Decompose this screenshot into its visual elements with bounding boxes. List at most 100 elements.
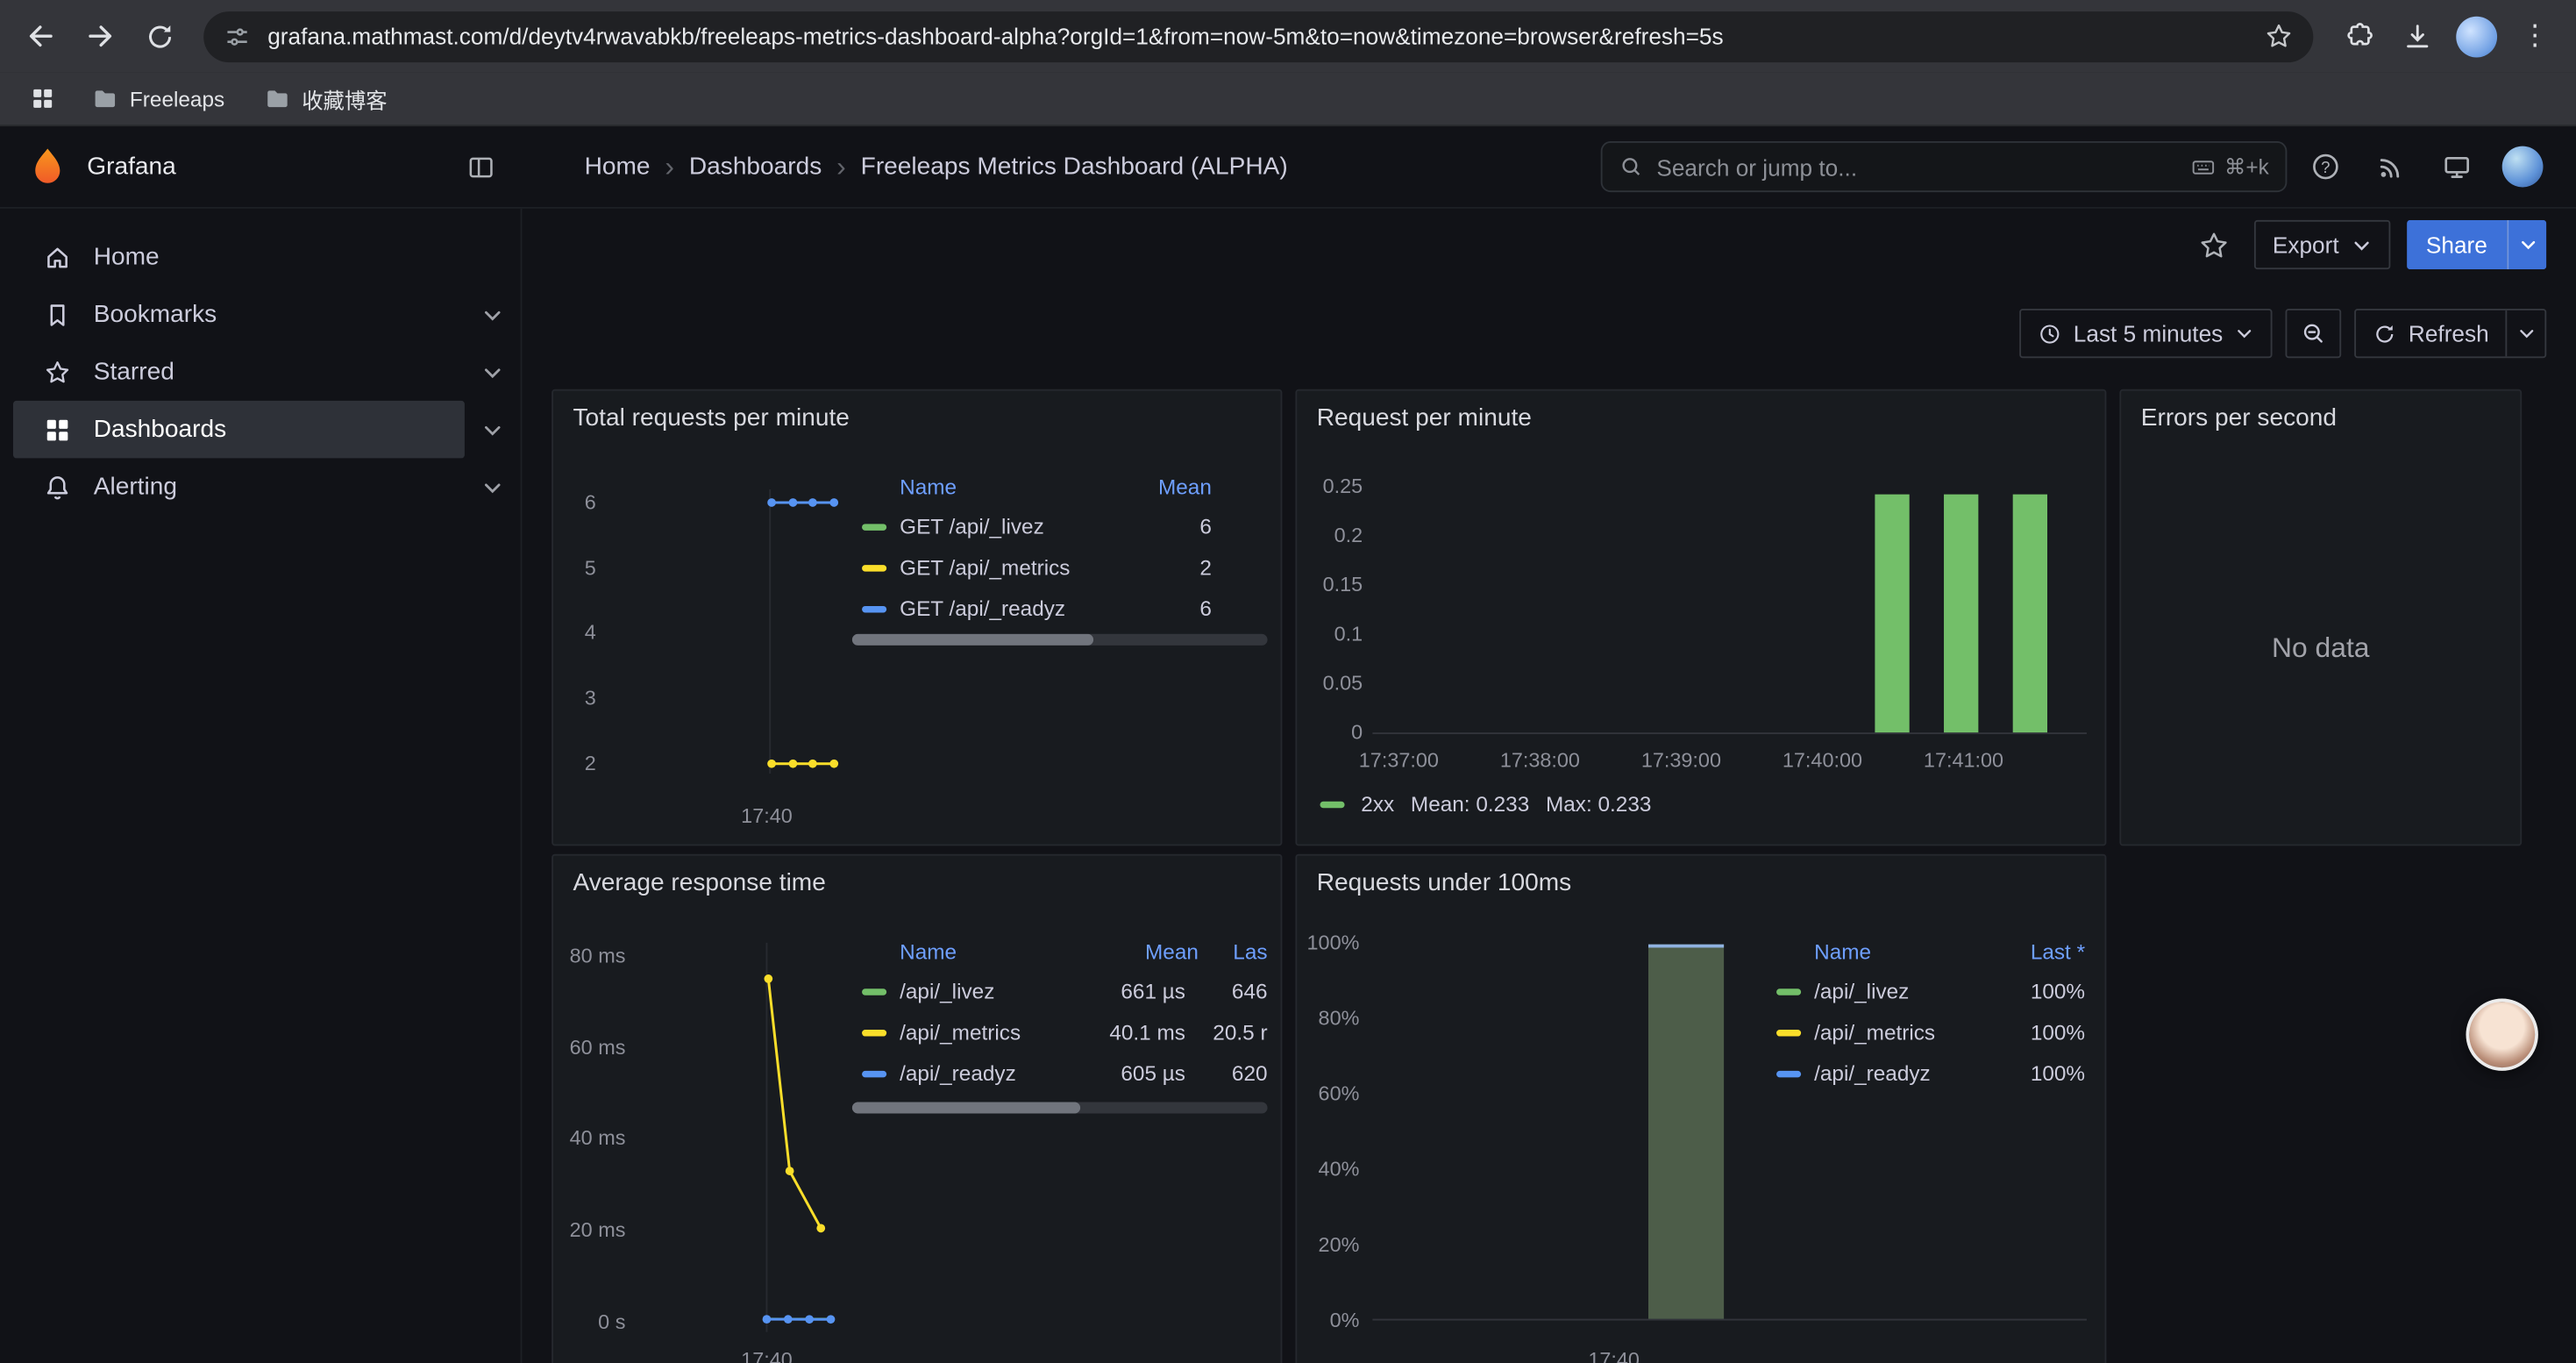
y-tick: 0.05 — [1297, 672, 1363, 695]
back-icon[interactable] — [13, 8, 69, 64]
sidebar-item-home[interactable]: Home — [13, 228, 465, 286]
x-tick: 17:40 — [717, 1348, 815, 1363]
legend-header-name[interactable]: Name — [900, 474, 1146, 498]
profile-avatar[interactable] — [2448, 8, 2504, 64]
y-tick: 40 ms — [553, 1127, 625, 1150]
refresh-icon — [2373, 321, 2397, 346]
legend-row[interactable]: /api/_readyz 605 µs 620 — [852, 1053, 1268, 1094]
time-range-picker[interactable]: Last 5 minutes — [2019, 309, 2272, 358]
favorite-star-icon[interactable] — [2188, 220, 2238, 269]
search-icon — [1619, 154, 1643, 179]
extensions-icon[interactable] — [2330, 8, 2386, 64]
reload-icon[interactable] — [132, 8, 188, 64]
legend-row[interactable]: GET /api/_readyz 6 — [852, 588, 1268, 629]
floating-assistant-avatar[interactable] — [2466, 998, 2537, 1070]
legend[interactable]: 2xx Mean: 0.233 Max: 0.233 — [1320, 792, 1651, 817]
chevron-down-icon[interactable] — [481, 303, 504, 325]
legend-header-last[interactable]: Last * — [2000, 938, 2085, 963]
y-tick: 20% — [1297, 1233, 1359, 1256]
series-max: Max: 0.233 — [1546, 792, 1651, 817]
refresh-interval-caret[interactable] — [2505, 310, 2544, 356]
legend-row[interactable]: GET /api/_metrics 2 — [852, 547, 1268, 589]
legend-header-mean[interactable]: Mean — [1146, 474, 1212, 498]
breadcrumb-home[interactable]: Home — [585, 153, 651, 181]
screen: grafana.mathmast.com/d/deytv4rwavabkb/fr… — [0, 0, 2576, 1363]
sidebar-item-alerting[interactable]: Alerting — [13, 458, 465, 516]
svg-text:?: ? — [2320, 158, 2329, 176]
grafana-logo[interactable] — [26, 146, 69, 189]
y-tick: 0 — [1297, 721, 1363, 744]
bookmark-label: Freeleaps — [130, 86, 224, 111]
export-button[interactable]: Export — [2254, 220, 2389, 269]
x-tick: 17:40 — [1564, 1348, 1662, 1363]
legend-table: Name Last * /api/_livez 100% /api/_metri… — [1770, 931, 2086, 1094]
browser-menu-icon[interactable]: ⋮ — [2507, 8, 2563, 64]
chevron-down-icon[interactable] — [481, 360, 504, 383]
zoom-out-button[interactable] — [2285, 309, 2341, 358]
series-name: 2xx — [1361, 792, 1394, 817]
url-text[interactable]: grafana.mathmast.com/d/deytv4rwavabkb/fr… — [267, 23, 2247, 49]
share-menu-caret[interactable] — [2507, 220, 2546, 269]
legend-row[interactable]: GET /api/_livez 6 — [852, 506, 1268, 547]
legend-table: Name Mean Las /api/_livez 661 µs 646 — [852, 931, 1268, 1094]
downloads-icon[interactable] — [2388, 8, 2444, 64]
help-icon[interactable]: ? — [2297, 139, 2353, 195]
y-tick: 3 — [553, 687, 596, 710]
y-tick: 80 ms — [553, 945, 625, 967]
bookmark-item[interactable]: 收藏博客 — [251, 78, 400, 119]
refresh-button[interactable]: Refresh — [2354, 309, 2546, 358]
breadcrumb-dashboards[interactable]: Dashboards — [689, 153, 822, 181]
legend-header-last[interactable]: Las — [1199, 938, 1268, 963]
chevron-down-icon[interactable] — [481, 475, 504, 498]
apps-grid-icon[interactable] — [19, 75, 65, 121]
search-input[interactable]: Search or jump to... ⌘+k — [1601, 141, 2288, 192]
legend-header-mean[interactable]: Mean — [1100, 938, 1199, 963]
dashboard-canvas: Last 5 minutes Refresh — [522, 281, 2575, 1363]
y-tick: 5 — [553, 557, 596, 580]
dashboard-actions: Export Share — [522, 209, 2575, 281]
browser-toolbar: grafana.mathmast.com/d/deytv4rwavabkb/fr… — [0, 0, 2576, 72]
sidebar: Home Bookmarks Starred — [0, 209, 522, 1363]
user-avatar[interactable] — [2494, 139, 2550, 195]
grafana-top-bar: Grafana Home › Dashboards › Freeleaps Me… — [0, 126, 2576, 209]
legend-row[interactable]: /api/_livez 661 µs 646 — [852, 971, 1268, 1012]
sidebar-item-dashboards[interactable]: Dashboards — [13, 401, 465, 459]
legend-row[interactable]: /api/_metrics 100% — [1770, 1011, 2086, 1053]
site-info-icon[interactable] — [224, 22, 252, 50]
forward-icon[interactable] — [72, 8, 128, 64]
line-chart — [602, 482, 849, 785]
legend-header-name[interactable]: Name — [1814, 938, 2000, 963]
legend-scrollbar[interactable] — [852, 634, 1268, 646]
legend-scrollbar[interactable] — [852, 1102, 1268, 1113]
rss-icon[interactable] — [2363, 139, 2419, 195]
panel-title[interactable]: Requests under 100ms — [1317, 869, 1571, 897]
panel-title[interactable]: Average response time — [573, 869, 826, 897]
bookmark-item[interactable]: Freeleaps — [79, 81, 238, 117]
keyboard-icon — [2190, 153, 2217, 180]
panel-title[interactable]: Errors per second — [2141, 404, 2337, 432]
legend-header-name[interactable]: Name — [900, 938, 1099, 963]
legend-row[interactable]: /api/_readyz 100% — [1770, 1053, 2086, 1094]
sidebar-item-bookmarks[interactable]: Bookmarks — [13, 286, 465, 344]
chevron-down-icon[interactable] — [481, 418, 504, 441]
address-bar[interactable]: grafana.mathmast.com/d/deytv4rwavabkb/fr… — [203, 11, 2313, 61]
sidebar-item-label: Starred — [94, 358, 174, 386]
dock-sidebar-icon[interactable] — [466, 152, 496, 182]
series-color-yellow — [862, 1029, 886, 1035]
series-color-green — [862, 988, 886, 994]
legend-table: Name Mean GET /api/_livez 6 GET /api/_me… — [852, 467, 1268, 629]
grafana-app: Grafana Home › Dashboards › Freeleaps Me… — [0, 126, 2576, 1363]
panel-title[interactable]: Total requests per minute — [573, 404, 850, 432]
y-tick: 0.25 — [1297, 475, 1363, 497]
bar — [1648, 945, 1724, 1319]
bookmark-star-icon[interactable] — [2264, 21, 2294, 51]
panel-title[interactable]: Request per minute — [1317, 404, 1532, 432]
sidebar-item-label: Alerting — [94, 473, 177, 501]
sidebar-item-starred[interactable]: Starred — [13, 343, 465, 401]
monitor-icon[interactable] — [2428, 139, 2484, 195]
legend-row[interactable]: /api/_livez 100% — [1770, 971, 2086, 1012]
share-button[interactable]: Share — [2406, 220, 2546, 269]
y-tick: 60% — [1297, 1082, 1359, 1105]
no-data-message: No data — [2121, 632, 2520, 665]
legend-row[interactable]: /api/_metrics 40.1 ms 20.5 r — [852, 1011, 1268, 1053]
